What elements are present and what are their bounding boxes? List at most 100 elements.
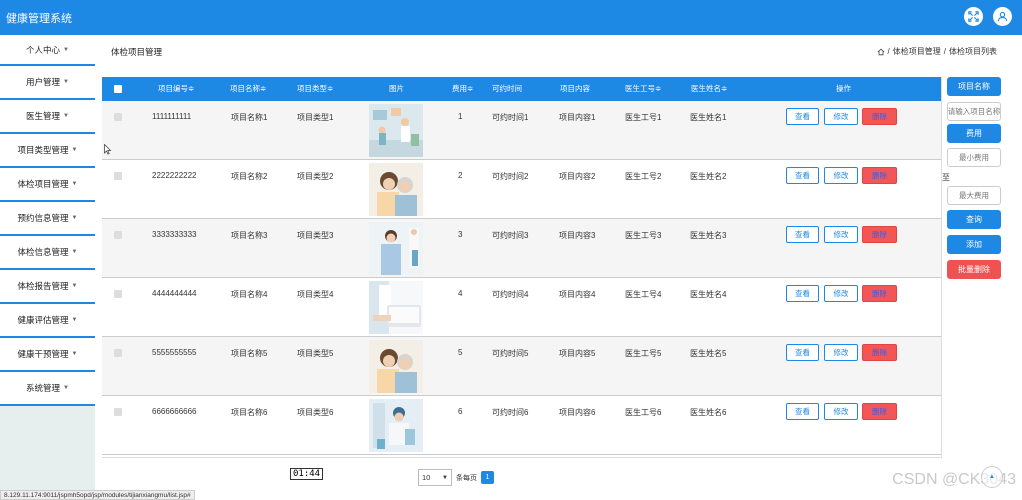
cell-doc-id: 医生工号2 [625, 172, 662, 181]
edit-button[interactable]: 修改 [824, 226, 858, 243]
row-checkbox[interactable] [114, 408, 122, 416]
edit-button[interactable]: 修改 [824, 344, 858, 361]
column-header-3: 图片 [389, 84, 404, 93]
cell-doc-name: 医生姓名1 [690, 113, 727, 122]
cell-code: 3333333333 [152, 230, 197, 239]
project-image[interactable] [369, 281, 423, 334]
delete-button[interactable]: 删除 [862, 167, 897, 184]
page-number-current[interactable]: 1 [481, 471, 494, 484]
cell-time: 可约时间1 [492, 113, 529, 122]
cell-fee: 5 [458, 348, 463, 357]
sidebar-item-6[interactable]: 体检信息管理 ▼ [0, 236, 95, 270]
sidebar-item-label: 健康干预管理 [17, 349, 69, 359]
project-image[interactable] [369, 104, 423, 157]
view-button[interactable]: 查看 [786, 403, 819, 420]
delete-button[interactable]: 删除 [862, 285, 897, 302]
edit-button[interactable]: 修改 [824, 167, 858, 184]
cell-code: 2222222222 [152, 171, 197, 180]
sort-icon: ≑ [327, 84, 334, 93]
cell-doc-id: 医生工号3 [625, 231, 662, 240]
cell-content: 项目内容1 [559, 113, 596, 122]
sidebar-item-0[interactable]: 个人中心 ▼ [0, 35, 95, 66]
delete-button[interactable]: 删除 [862, 344, 897, 361]
home-icon[interactable] [877, 48, 885, 56]
row-checkbox[interactable] [114, 231, 122, 239]
sidebar-item-4[interactable]: 体检项目管理 ▼ [0, 168, 95, 202]
sidebar-item-label: 体检信息管理 [17, 247, 69, 257]
batch-delete-button[interactable]: 批量删除 [947, 260, 1001, 279]
cell-code: 6666666666 [152, 407, 197, 416]
edit-button[interactable]: 修改 [824, 108, 858, 125]
add-button[interactable]: 添加 [947, 235, 1001, 254]
sidebar-item-3[interactable]: 项目类型管理 ▼ [0, 134, 95, 168]
view-button[interactable]: 查看 [786, 108, 819, 125]
column-header-1[interactable]: 项目名称≑ [230, 77, 266, 101]
row-checkbox[interactable] [114, 172, 122, 180]
column-header-4[interactable]: 费用≑ [452, 77, 473, 101]
cell-type: 项目类型4 [297, 290, 334, 299]
cell-time: 可约时间6 [492, 408, 529, 417]
mouse-cursor-icon [104, 144, 112, 155]
table-row: 3333333333 项目名称3 项目类型3 3 可约时间3 项目内容3 医生工号3 医生姓名… [102, 219, 941, 278]
cell-name: 项目名称6 [231, 408, 268, 417]
page-size-select[interactable]: 10 ▼ [418, 469, 452, 486]
fee-label-button[interactable]: 费用 [947, 124, 1001, 143]
fullscreen-icon[interactable] [964, 7, 983, 26]
sidebar-item-label: 用户管理 [26, 77, 61, 87]
chevron-down-icon: ▼ [71, 147, 78, 153]
project-name-input[interactable]: 请输入项目名称 [947, 102, 1001, 121]
max-fee-input[interactable]: 最大费用 [947, 186, 1001, 205]
user-icon[interactable] [993, 7, 1012, 26]
view-button[interactable]: 查看 [786, 344, 819, 361]
sidebar-item-label: 体检项目管理 [17, 179, 69, 189]
project-image[interactable] [369, 340, 423, 393]
sidebar-item-7[interactable]: 体检报告管理 ▼ [0, 270, 95, 304]
pagination: 10 ▼ 条每页 1 [418, 469, 494, 486]
row-checkbox[interactable] [114, 290, 122, 298]
view-button[interactable]: 查看 [786, 226, 819, 243]
cell-content: 项目内容6 [559, 408, 596, 417]
row-checkbox[interactable] [114, 349, 122, 357]
edit-button[interactable]: 修改 [824, 403, 858, 420]
project-image[interactable] [369, 399, 423, 452]
status-bar-url: 8.129.11.174:9011/jspmh5opd/jsp/modules/… [0, 490, 195, 500]
column-header-0[interactable]: 项目编号≑ [158, 77, 194, 101]
sidebar-item-8[interactable]: 健康评估管理 ▼ [0, 304, 95, 338]
sidebar-item-9[interactable]: 健康干预管理 ▼ [0, 338, 95, 372]
cell-fee: 6 [458, 407, 463, 416]
row-checkbox[interactable] [114, 113, 122, 121]
cell-content: 项目内容4 [559, 290, 596, 299]
breadcrumb-item-module[interactable]: 体检项目管理 [893, 46, 941, 57]
project-name-label-button[interactable]: 项目名称 [947, 77, 1001, 96]
view-button[interactable]: 查看 [786, 167, 819, 184]
min-fee-input[interactable]: 最小费用 [947, 148, 1001, 167]
cell-type: 项目类型5 [297, 349, 334, 358]
select-all-checkbox[interactable] [114, 85, 122, 93]
project-image[interactable] [369, 222, 423, 275]
chevron-down-icon: ▼ [63, 113, 69, 119]
delete-button[interactable]: 删除 [862, 108, 897, 125]
delete-button[interactable]: 删除 [862, 226, 897, 243]
edit-button[interactable]: 修改 [824, 285, 858, 302]
view-button[interactable]: 查看 [786, 285, 819, 302]
sidebar-item-10[interactable]: 系统管理 ▼ [0, 372, 95, 406]
per-page-label: 条每页 [456, 474, 477, 482]
chevron-down-icon: ▼ [63, 79, 69, 85]
sort-icon: ≑ [655, 84, 662, 93]
chevron-down-icon: ▼ [442, 474, 448, 481]
cell-code: 1111111111 [152, 112, 192, 121]
sort-icon: ≑ [260, 84, 267, 93]
delete-button[interactable]: 删除 [862, 403, 897, 420]
sidebar-item-1[interactable]: 用户管理 ▼ [0, 66, 95, 100]
column-header-8[interactable]: 医生姓名≑ [691, 77, 727, 101]
search-button[interactable]: 查询 [947, 210, 1001, 229]
column-header-2[interactable]: 项目类型≑ [297, 77, 333, 101]
column-header-7[interactable]: 医生工号≑ [625, 77, 661, 101]
cell-type: 项目类型2 [297, 172, 334, 181]
sidebar-item-2[interactable]: 医生管理 ▼ [0, 100, 95, 134]
recording-timer: 01:44 [290, 468, 324, 480]
sort-icon: ≑ [467, 84, 474, 93]
project-image[interactable] [369, 163, 423, 216]
back-to-top-icon[interactable]: ▲ [981, 466, 1003, 488]
sidebar-item-5[interactable]: 预约信息管理 ▼ [0, 202, 95, 236]
